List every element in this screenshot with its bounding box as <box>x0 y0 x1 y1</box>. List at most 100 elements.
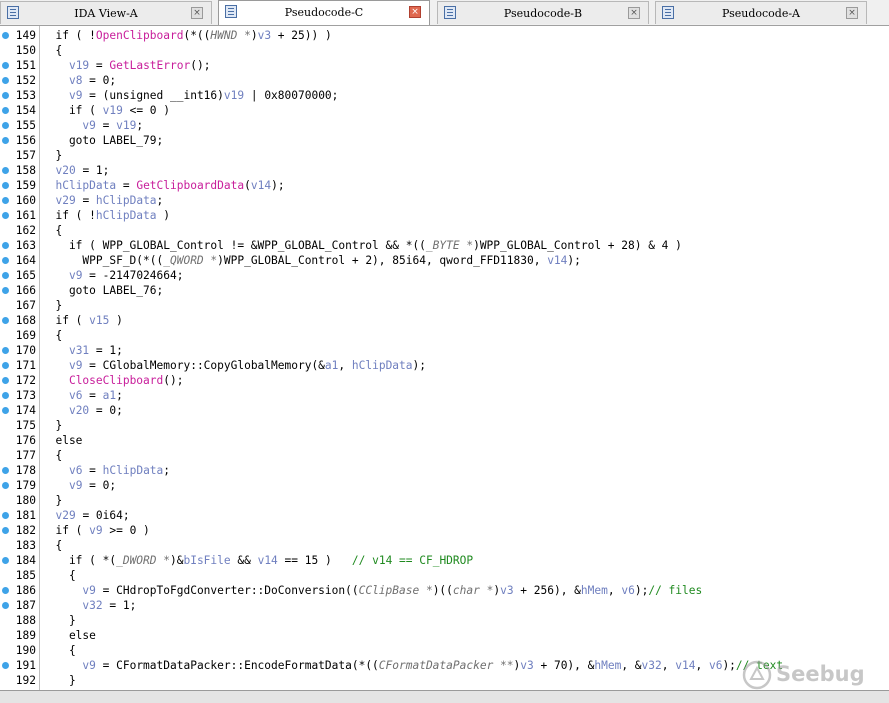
code-text[interactable]: v6 = hClipData; <box>42 463 170 478</box>
breakpoint-icon[interactable] <box>2 317 9 324</box>
code-line[interactable]: 190 { <box>0 643 889 658</box>
code-text[interactable]: { <box>42 643 76 658</box>
variable-token[interactable]: hClipData <box>96 194 157 207</box>
tab-pseudocode-c[interactable]: Pseudocode-C × <box>218 0 430 25</box>
variable-token[interactable]: v19 <box>69 59 89 72</box>
code-text[interactable]: if ( *(_DWORD *)&bIsFile && v14 == 15 ) … <box>42 553 473 568</box>
code-line[interactable]: 164 WPP_SF_D(*((_QWORD *)WPP_GLOBAL_Cont… <box>0 253 889 268</box>
variable-token[interactable]: v9 <box>82 119 95 132</box>
code-line[interactable]: 167 } <box>0 298 889 313</box>
function-token[interactable]: CloseClipboard <box>69 374 163 387</box>
code-line[interactable]: 151 v19 = GetLastError(); <box>0 58 889 73</box>
breakpoint-icon[interactable] <box>2 242 9 249</box>
code-text[interactable]: v29 = hClipData; <box>42 193 163 208</box>
variable-token[interactable]: v3 <box>500 584 513 597</box>
variable-token[interactable]: a1 <box>325 359 338 372</box>
variable-token[interactable]: v32 <box>642 659 662 672</box>
code-line[interactable]: 162 { <box>0 223 889 238</box>
breakpoint-icon[interactable] <box>2 407 9 414</box>
code-line[interactable]: 188 } <box>0 613 889 628</box>
code-line[interactable]: 185 { <box>0 568 889 583</box>
tab-ida-view-a[interactable]: IDA View-A × <box>0 1 212 24</box>
code-line[interactable]: 152 v8 = 0; <box>0 73 889 88</box>
variable-token[interactable]: v9 <box>69 479 82 492</box>
variable-token[interactable]: v19 <box>224 89 244 102</box>
code-line[interactable]: 149 if ( !OpenClipboard(*((HWND *)v3 + 2… <box>0 28 889 43</box>
breakpoint-icon[interactable] <box>2 287 9 294</box>
breakpoint-icon[interactable] <box>2 182 9 189</box>
variable-token[interactable]: v19 <box>103 104 123 117</box>
code-text[interactable]: if ( WPP_GLOBAL_Control != &WPP_GLOBAL_C… <box>42 238 682 253</box>
variable-token[interactable]: hMem <box>581 584 608 597</box>
variable-token[interactable]: v14 <box>251 179 271 192</box>
code-line[interactable]: 161 if ( !hClipData ) <box>0 208 889 223</box>
code-text[interactable]: if ( !hClipData ) <box>42 208 170 223</box>
type-token[interactable]: _QWORD * <box>163 254 217 267</box>
breakpoint-icon[interactable] <box>2 467 9 474</box>
code-text[interactable]: v20 = 1; <box>42 163 109 178</box>
variable-token[interactable]: v3 <box>520 659 533 672</box>
variable-token[interactable]: v14 <box>547 254 567 267</box>
variable-token[interactable]: v6 <box>69 389 82 402</box>
type-token[interactable]: HWND * <box>210 29 250 42</box>
code-line[interactable]: 179 v9 = 0; <box>0 478 889 493</box>
code-text[interactable]: hClipData = GetClipboardData(v14); <box>42 178 284 193</box>
code-line[interactable]: 178 v6 = hClipData; <box>0 463 889 478</box>
code-text[interactable]: { <box>42 448 62 463</box>
variable-token[interactable]: v20 <box>69 404 89 417</box>
code-text[interactable]: } <box>42 673 76 688</box>
breakpoint-icon[interactable] <box>2 137 9 144</box>
function-token[interactable]: OpenClipboard <box>96 29 184 42</box>
function-token[interactable]: GetClipboardData <box>136 179 244 192</box>
code-text[interactable]: } <box>42 298 62 313</box>
pseudocode-view[interactable]: 149 if ( !OpenClipboard(*((HWND *)v3 + 2… <box>0 26 889 690</box>
variable-token[interactable]: v29 <box>55 509 75 522</box>
variable-token[interactable]: v9 <box>69 89 82 102</box>
variable-token[interactable]: v20 <box>55 164 75 177</box>
variable-token[interactable]: hClipData <box>352 359 413 372</box>
code-text[interactable]: { <box>42 538 62 553</box>
code-line[interactable]: 156 goto LABEL_79; <box>0 133 889 148</box>
code-text[interactable]: { <box>42 43 62 58</box>
code-text[interactable]: else <box>42 628 96 643</box>
code-text[interactable]: } <box>42 493 62 508</box>
tab-pseudocode-a[interactable]: Pseudocode-A × <box>655 1 867 24</box>
variable-token[interactable]: hClipData <box>55 179 116 192</box>
variable-token[interactable]: v29 <box>55 194 75 207</box>
code-line[interactable]: 158 v20 = 1; <box>0 163 889 178</box>
code-text[interactable]: v8 = 0; <box>42 73 116 88</box>
breakpoint-icon[interactable] <box>2 527 9 534</box>
breakpoint-icon[interactable] <box>2 482 9 489</box>
variable-token[interactable]: v31 <box>69 344 89 357</box>
code-line[interactable]: 163 if ( WPP_GLOBAL_Control != &WPP_GLOB… <box>0 238 889 253</box>
breakpoint-icon[interactable] <box>2 32 9 39</box>
breakpoint-icon[interactable] <box>2 92 9 99</box>
code-text[interactable]: v9 = v19; <box>42 118 143 133</box>
code-line[interactable]: 181 v29 = 0i64; <box>0 508 889 523</box>
variable-token[interactable]: v14 <box>675 659 695 672</box>
code-line[interactable]: 177 { <box>0 448 889 463</box>
function-token[interactable]: GetLastError <box>109 59 190 72</box>
close-icon[interactable]: × <box>409 6 421 18</box>
code-text[interactable]: if ( !OpenClipboard(*((HWND *)v3 + 25)) … <box>42 28 331 43</box>
breakpoint-icon[interactable] <box>2 197 9 204</box>
code-text[interactable]: else <box>42 433 82 448</box>
code-text[interactable]: v9 = -2147024664; <box>42 268 184 283</box>
code-text[interactable]: { <box>42 223 62 238</box>
breakpoint-icon[interactable] <box>2 77 9 84</box>
variable-token[interactable]: v6 <box>69 464 82 477</box>
code-text[interactable]: v9 = CHdropToFgdConverter::DoConversion(… <box>42 583 702 598</box>
variable-token[interactable]: bIsFile <box>183 554 230 567</box>
code-line[interactable]: 155 v9 = v19; <box>0 118 889 133</box>
comment-token[interactable]: // files <box>648 584 702 597</box>
close-icon[interactable]: × <box>191 7 203 19</box>
code-text[interactable]: v9 = CGlobalMemory::CopyGlobalMemory(&a1… <box>42 358 426 373</box>
breakpoint-icon[interactable] <box>2 392 9 399</box>
type-token[interactable]: CFormatDataPacker ** <box>379 659 514 672</box>
breakpoint-icon[interactable] <box>2 602 9 609</box>
code-text[interactable]: v9 = 0; <box>42 478 116 493</box>
variable-token[interactable]: v9 <box>69 359 82 372</box>
code-line[interactable]: 157 } <box>0 148 889 163</box>
breakpoint-icon[interactable] <box>2 362 9 369</box>
breakpoint-icon[interactable] <box>2 512 9 519</box>
